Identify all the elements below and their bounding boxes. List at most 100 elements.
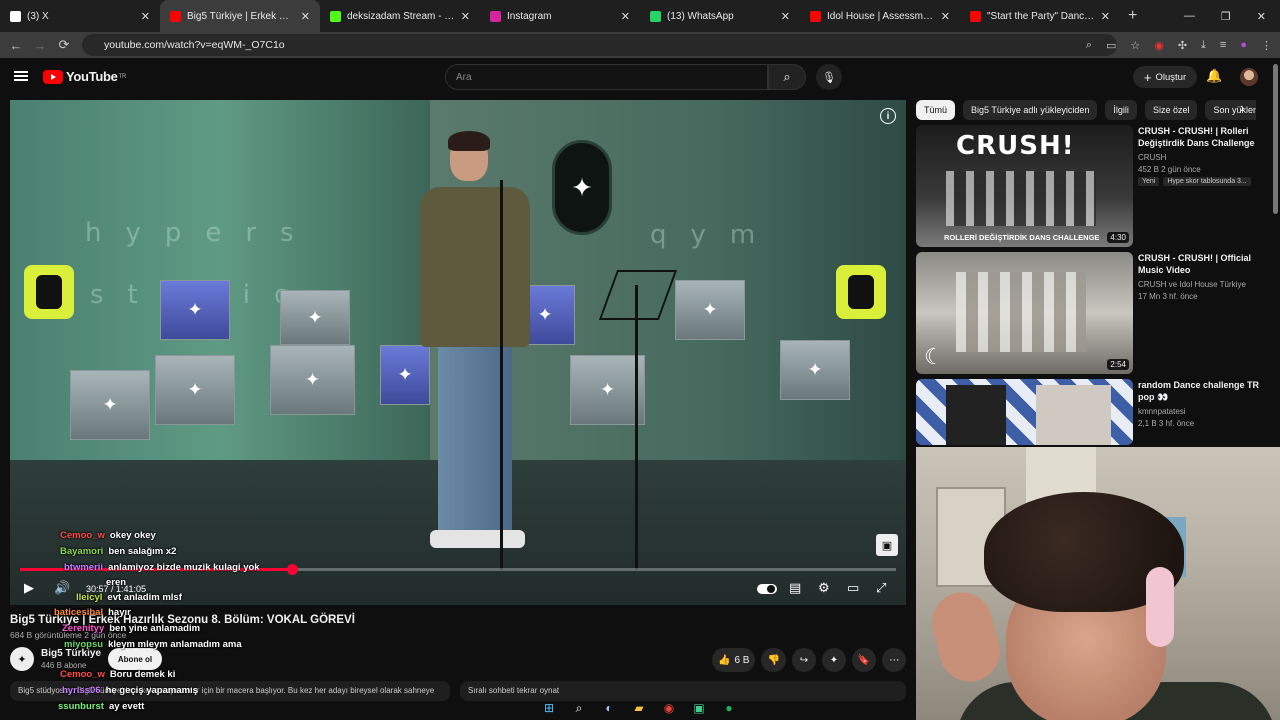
save-button[interactable]: 🔖 <box>851 648 877 672</box>
search-input[interactable]: Ara <box>445 64 768 90</box>
recommendation-title[interactable]: CRUSH - CRUSH! | Official Music Video <box>1138 252 1263 276</box>
close-window-icon[interactable]: ✕ <box>1257 10 1266 23</box>
volume-icon[interactable]: 🔊 <box>54 580 70 596</box>
channel-watermark-icon[interactable]: ▣ <box>876 534 898 556</box>
browser-tab[interactable]: deksizadam Stream - Watch Li ✕ <box>320 0 480 32</box>
description-box[interactable]: Big5 stüdyosu... Big5 Türkiye'de erkek y… <box>10 681 450 701</box>
ask-ai-button[interactable]: ✦ <box>821 648 846 672</box>
media-icon[interactable]: ≡ <box>1220 39 1226 51</box>
tab-close-icon[interactable]: ✕ <box>461 10 470 23</box>
chrome-icon[interactable]: ◉ <box>660 699 678 717</box>
create-button[interactable]: + Oluştur <box>1133 66 1197 88</box>
hype-badge: Hype skor tablosunda 3... <box>1163 177 1251 186</box>
webcam-overlay <box>916 447 1280 720</box>
tab-close-icon[interactable]: ✕ <box>141 10 150 23</box>
tab-title: Idol House | Assessment 2 | Ad <box>827 10 935 22</box>
puzzle-icon[interactable]: ✣ <box>1178 39 1187 52</box>
kebab-menu-icon[interactable]: ⋮ <box>1261 39 1272 52</box>
cast-icon[interactable]: ▭ <box>1106 39 1116 52</box>
extension-icon[interactable]: ◉ <box>1154 39 1164 52</box>
progress-bar[interactable] <box>20 564 896 575</box>
channel-name[interactable]: Big5 Türkiye <box>41 648 101 659</box>
browser-tab[interactable]: Instagram ✕ <box>480 0 640 32</box>
filter-chip[interactable]: Son yüklenen <box>1205 100 1256 120</box>
download-icon[interactable]: ⤓ <box>1201 39 1206 52</box>
filter-chip[interactable]: Tümü <box>916 100 956 120</box>
account-avatar[interactable] <box>1240 68 1258 86</box>
recommendation-channel[interactable]: kmnnpatatesi <box>1138 407 1186 416</box>
subtitles-icon[interactable]: ▤ <box>789 580 801 596</box>
hamburger-menu-icon[interactable] <box>14 71 28 81</box>
tab-close-icon[interactable]: ✕ <box>301 10 310 23</box>
address-bar[interactable]: youtube.com/watch?v=eqWM-_O7C1o <box>82 34 1117 56</box>
recommendation-item[interactable]: CRUSH! ROLLERİ DEĞİŞTİRDİK DANS CHALLENG… <box>916 125 1266 247</box>
file-explorer-icon[interactable]: ▰ <box>630 699 648 717</box>
new-tab-icon[interactable]: + <box>1128 7 1137 25</box>
subscribe-button[interactable]: Abone ol <box>108 648 162 670</box>
search-icon[interactable]: ⌕ <box>570 699 588 717</box>
autoplay-toggle[interactable] <box>757 584 777 594</box>
windows-start-icon[interactable]: ⊞ <box>540 699 558 717</box>
recommendation-title[interactable]: random Dance challenge TR pop 👀 <box>1138 379 1263 403</box>
progress-scrubber[interactable] <box>286 564 298 575</box>
bookmark-star-icon[interactable]: ☆ <box>1130 39 1140 52</box>
recommendation-channel[interactable]: CRUSH ve Idol House Türkiye <box>1138 280 1246 289</box>
browser-tab[interactable]: (3) X ✕ <box>0 0 160 32</box>
settings-gear-icon[interactable]: ⚙ <box>818 580 830 596</box>
back-icon[interactable]: ← <box>4 38 28 53</box>
recommendation-thumbnail[interactable]: CRUSH! ROLLERİ DEĞİŞTİRDİK DANS CHALLENG… <box>916 125 1133 247</box>
chevron-right-icon[interactable]: › <box>1240 100 1244 115</box>
browser-tab[interactable]: Idol House | Assessment 2 | Ad ✕ <box>800 0 960 32</box>
fullscreen-icon[interactable]: ⤢ <box>876 580 886 596</box>
recommendation-item[interactable]: ☾ 2:54 CRUSH - CRUSH! | Official Music V… <box>916 252 1266 374</box>
recommendation-item[interactable]: random Dance challenge TR pop 👀 kmnnpata… <box>916 379 1266 445</box>
recommendation-meta: 17 Mn 3 hf. önce <box>1138 292 1198 301</box>
tab-title: (3) X <box>27 10 49 22</box>
tab-close-icon[interactable]: ✕ <box>621 10 630 23</box>
profile-icon[interactable]: ● <box>1240 39 1247 51</box>
chat-message: Cemoo_w Boru demek ki <box>60 669 175 680</box>
forward-icon[interactable]: → <box>28 38 52 53</box>
browser-tab[interactable]: "Start the Party" Dance Class w ✕ <box>960 0 1120 32</box>
youtube-logo[interactable]: YouTube TR <box>43 69 126 84</box>
page-scrollbar[interactable] <box>1273 64 1278 214</box>
chat-username: Cemoo_w <box>60 669 105 680</box>
steam-icon[interactable]: ◐ <box>600 699 618 717</box>
reload-icon[interactable]: ⟳ <box>52 37 76 53</box>
zoom-icon[interactable]: ⌕ <box>1086 39 1092 52</box>
maximize-icon[interactable]: ❐ <box>1221 10 1231 23</box>
search-button[interactable]: ⌕ <box>768 64 806 90</box>
info-icon[interactable]: i <box>880 108 896 124</box>
minimize-icon[interactable]: — <box>1184 10 1195 22</box>
recommendation-title[interactable]: CRUSH - CRUSH! | Rolleri Değiştirdik Dan… <box>1138 125 1263 149</box>
filter-chip[interactable]: Big5 Türkiye adlı yükleyiciden <box>963 100 1098 120</box>
duration-badge: 2:54 <box>1107 359 1129 370</box>
tab-close-icon[interactable]: ✕ <box>941 10 950 23</box>
play-icon[interactable]: ▶ <box>24 580 34 596</box>
recommendation-thumbnail[interactable]: ☾ 2:54 <box>916 252 1133 374</box>
app-icon[interactable]: ▣ <box>690 699 708 717</box>
tab-close-icon[interactable]: ✕ <box>781 10 790 23</box>
recommendation-thumbnail[interactable] <box>916 379 1133 445</box>
filter-chip[interactable]: Size özel <box>1144 100 1198 120</box>
tab-favicon-icon <box>330 10 341 22</box>
spotify-icon[interactable]: ● <box>720 699 738 717</box>
miniplayer-icon[interactable]: ▭ <box>847 580 859 596</box>
tab-close-icon[interactable]: ✕ <box>1101 10 1110 23</box>
dislike-button[interactable]: 👎 <box>761 648 786 672</box>
browser-tab[interactable]: Big5 Türkiye | Erkek Hazırlık ✕ <box>160 0 320 32</box>
recommendation-channel[interactable]: CRUSH <box>1138 153 1166 162</box>
video-player[interactable]: hypers studio qym i ▣ ▶ 🔊 30:57 / 1:41:0… <box>10 100 906 605</box>
share-button[interactable]: ↪ <box>791 648 816 672</box>
browser-tab[interactable]: (13) WhatsApp ✕ <box>640 0 800 32</box>
voice-search-button[interactable]: 🎙 <box>816 64 842 90</box>
like-button[interactable]: 👍 6 B <box>712 648 756 672</box>
description-text: Big5 stüdyosu... Big5 Türkiye'de erkek y… <box>18 686 435 695</box>
bell-icon[interactable]: 🔔 <box>1206 68 1222 84</box>
channel-avatar[interactable]: ✦ <box>10 647 34 671</box>
more-button[interactable]: ⋯ <box>882 648 907 672</box>
filter-chip[interactable]: İlgili <box>1105 100 1137 120</box>
youtube-header: YouTube TR Ara ⌕ 🎙 + Oluştur 🔔 <box>0 58 1280 98</box>
search-icon: ⌕ <box>783 69 791 84</box>
dancers-figure <box>1036 385 1111 445</box>
